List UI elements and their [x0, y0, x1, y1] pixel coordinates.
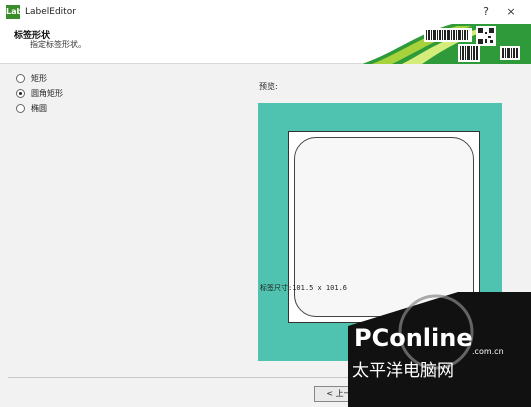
watermark-logo-icon: PConline .com.cn 太平洋电脑网: [348, 292, 531, 407]
shape-option-rectangle[interactable]: 矩形: [16, 71, 63, 86]
page-subtitle: 指定标签形状。: [30, 40, 86, 49]
shape-option-ellipse[interactable]: 椭圆: [16, 101, 63, 116]
shape-option-label: 圆角矩形: [31, 89, 63, 98]
shape-option-label: 矩形: [31, 74, 47, 83]
preview-label: 预览:: [259, 82, 278, 91]
watermark-brand: PConline: [354, 324, 473, 352]
shape-option-label: 椭圆: [31, 104, 47, 113]
app-icon: Lab: [6, 5, 22, 19]
close-button[interactable]: ×: [503, 4, 519, 20]
barcode-banner-icon: [362, 24, 531, 64]
help-button[interactable]: ?: [478, 4, 494, 20]
window-title: LabelEditor: [25, 7, 76, 17]
radio-rectangle[interactable]: [16, 74, 25, 83]
radio-rounded-rectangle[interactable]: [16, 89, 25, 98]
label-size-text: 标签尺寸:101.5 x 101.6: [260, 284, 348, 292]
pconline-watermark: PConline .com.cn 太平洋电脑网: [348, 292, 531, 407]
watermark-cn-text: 太平洋电脑网: [352, 361, 454, 381]
shape-option-rounded-rectangle[interactable]: 圆角矩形: [16, 86, 63, 101]
watermark-domain: .com.cn: [472, 347, 504, 356]
header-banner: [362, 24, 531, 64]
wizard-header: 标签形状 指定标签形状。: [0, 24, 531, 64]
radio-ellipse[interactable]: [16, 104, 25, 113]
title-bar: Lab LabelEditor ? ×: [0, 0, 531, 24]
shape-option-group: 矩形 圆角矩形 椭圆: [16, 71, 63, 116]
